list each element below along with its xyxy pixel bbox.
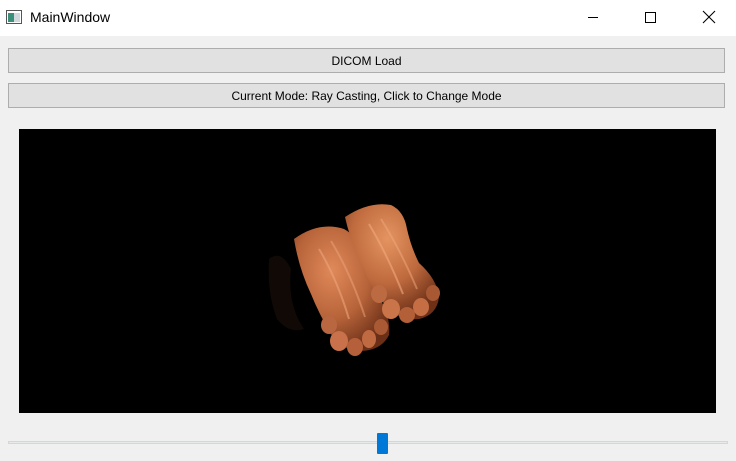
close-icon	[702, 10, 716, 24]
slider-handle[interactable]	[377, 433, 388, 454]
window-title: MainWindow	[30, 9, 111, 25]
app-icon	[6, 9, 22, 25]
minimize-button[interactable]	[570, 0, 616, 34]
slider-groove	[8, 441, 728, 444]
change-mode-button[interactable]: Current Mode: Ray Casting, Click to Chan…	[8, 83, 725, 108]
close-button[interactable]	[686, 0, 732, 34]
render-viewport[interactable]	[19, 129, 716, 413]
feet-volume-render	[268, 204, 440, 356]
minimize-icon	[588, 17, 598, 18]
maximize-icon	[645, 12, 656, 23]
maximize-button[interactable]	[627, 0, 673, 34]
dicom-load-button[interactable]: DICOM Load	[8, 48, 725, 73]
slider[interactable]	[8, 430, 728, 454]
title-bar: MainWindow	[0, 0, 736, 36]
